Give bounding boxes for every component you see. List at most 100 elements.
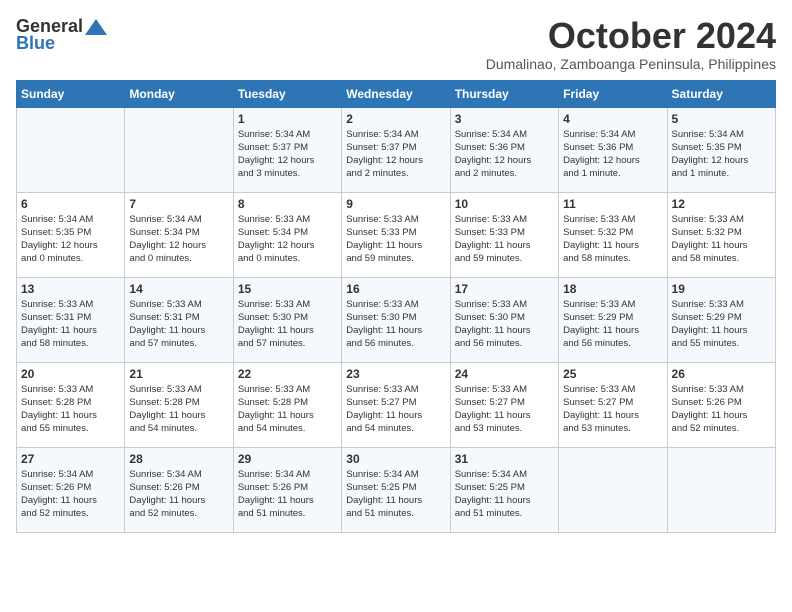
day-info: Sunrise: 5:34 AM Sunset: 5:26 PM Dayligh… xyxy=(129,468,228,521)
day-info: Sunrise: 5:34 AM Sunset: 5:37 PM Dayligh… xyxy=(238,128,337,181)
day-number: 15 xyxy=(238,282,337,296)
calendar-week-row: 20 Sunrise: 5:33 AM Sunset: 5:28 PM Dayli… xyxy=(17,362,776,447)
col-header-monday: Monday xyxy=(125,80,233,107)
col-header-saturday: Saturday xyxy=(667,80,775,107)
day-info: Sunrise: 5:33 AM Sunset: 5:31 PM Dayligh… xyxy=(21,298,120,351)
calendar-cell: 15Sunrise: 5:33 AM Sunset: 5:30 PM Dayli… xyxy=(233,277,341,362)
calendar-cell: 5 Sunrise: 5:34 AM Sunset: 5:35 PM Daylig… xyxy=(667,107,775,192)
day-info: Sunrise: 5:34 AM Sunset: 5:35 PM Dayligh… xyxy=(672,128,771,181)
day-info: Sunrise: 5:33 AM Sunset: 5:30 PM Dayligh… xyxy=(455,298,554,351)
day-info: Sunrise: 5:33 AM Sunset: 5:27 PM Dayligh… xyxy=(563,383,662,436)
calendar-cell: 18 Sunrise: 5:33 AM Sunset: 5:29 PM Dayli… xyxy=(559,277,667,362)
logo-text-blue: Blue xyxy=(16,33,55,54)
day-number: 7 xyxy=(129,197,228,211)
calendar-week-row: 6 Sunrise: 5:34 AM Sunset: 5:35 PM Daylig… xyxy=(17,192,776,277)
day-number: 18 xyxy=(563,282,662,296)
col-header-sunday: Sunday xyxy=(17,80,125,107)
calendar-cell: 9 Sunrise: 5:33 AM Sunset: 5:33 PM Daylig… xyxy=(342,192,450,277)
title-block: October 2024 Dumalinao, Zamboanga Penins… xyxy=(486,16,776,72)
page-header: General Blue October 2024 Dumalinao, Zam… xyxy=(16,16,776,72)
day-info: Sunrise: 5:33 AM Sunset: 5:26 PM Dayligh… xyxy=(672,383,771,436)
day-info: Sunrise: 5:33 AM Sunset: 5:29 PM Dayligh… xyxy=(563,298,662,351)
day-number: 2 xyxy=(346,112,445,126)
day-info: Sunrise: 5:33 AM Sunset: 5:27 PM Dayligh… xyxy=(455,383,554,436)
day-number: 10 xyxy=(455,197,554,211)
day-number: 1 xyxy=(238,112,337,126)
day-number: 24 xyxy=(455,367,554,381)
day-info: Sunrise: 5:34 AM Sunset: 5:36 PM Dayligh… xyxy=(563,128,662,181)
day-info: Sunrise: 5:33 AM Sunset: 5:28 PM Dayligh… xyxy=(238,383,337,436)
calendar-cell: 19 Sunrise: 5:33 AM Sunset: 5:29 PM Dayli… xyxy=(667,277,775,362)
calendar-cell: 31Sunrise: 5:34 AM Sunset: 5:25 PM Dayli… xyxy=(450,447,558,532)
col-header-friday: Friday xyxy=(559,80,667,107)
day-info: Sunrise: 5:33 AM Sunset: 5:34 PM Dayligh… xyxy=(238,213,337,266)
calendar-cell: 10 Sunrise: 5:33 AM Sunset: 5:33 PM Dayli… xyxy=(450,192,558,277)
day-info: Sunrise: 5:33 AM Sunset: 5:28 PM Dayligh… xyxy=(21,383,120,436)
day-info: Sunrise: 5:34 AM Sunset: 5:35 PM Dayligh… xyxy=(21,213,120,266)
day-info: Sunrise: 5:34 AM Sunset: 5:36 PM Dayligh… xyxy=(455,128,554,181)
day-info: Sunrise: 5:33 AM Sunset: 5:33 PM Dayligh… xyxy=(455,213,554,266)
day-number: 25 xyxy=(563,367,662,381)
calendar-cell: 13 Sunrise: 5:33 AM Sunset: 5:31 PM Dayli… xyxy=(17,277,125,362)
calendar-cell: 12Sunrise: 5:33 AM Sunset: 5:32 PM Dayli… xyxy=(667,192,775,277)
calendar-cell xyxy=(17,107,125,192)
calendar-cell xyxy=(125,107,233,192)
day-number: 13 xyxy=(21,282,120,296)
day-info: Sunrise: 5:33 AM Sunset: 5:32 PM Dayligh… xyxy=(563,213,662,266)
calendar-week-row: 13 Sunrise: 5:33 AM Sunset: 5:31 PM Dayli… xyxy=(17,277,776,362)
calendar-header-row: SundayMondayTuesdayWednesdayThursdayFrid… xyxy=(17,80,776,107)
day-number: 14 xyxy=(129,282,228,296)
day-number: 11 xyxy=(563,197,662,211)
calendar-cell: 8 Sunrise: 5:33 AM Sunset: 5:34 PM Daylig… xyxy=(233,192,341,277)
day-number: 16 xyxy=(346,282,445,296)
day-number: 23 xyxy=(346,367,445,381)
month-title: October 2024 xyxy=(486,16,776,56)
calendar-cell: 29 Sunrise: 5:34 AM Sunset: 5:26 PM Dayli… xyxy=(233,447,341,532)
calendar-cell: 7 Sunrise: 5:34 AM Sunset: 5:34 PM Daylig… xyxy=(125,192,233,277)
col-header-thursday: Thursday xyxy=(450,80,558,107)
day-number: 20 xyxy=(21,367,120,381)
day-number: 6 xyxy=(21,197,120,211)
day-info: Sunrise: 5:33 AM Sunset: 5:33 PM Dayligh… xyxy=(346,213,445,266)
calendar-cell: 26Sunrise: 5:33 AM Sunset: 5:26 PM Dayli… xyxy=(667,362,775,447)
day-number: 22 xyxy=(238,367,337,381)
day-number: 9 xyxy=(346,197,445,211)
calendar-cell xyxy=(559,447,667,532)
day-number: 29 xyxy=(238,452,337,466)
calendar-cell: 24 Sunrise: 5:33 AM Sunset: 5:27 PM Dayli… xyxy=(450,362,558,447)
subtitle: Dumalinao, Zamboanga Peninsula, Philippi… xyxy=(486,56,776,72)
day-info: Sunrise: 5:33 AM Sunset: 5:32 PM Dayligh… xyxy=(672,213,771,266)
day-info: Sunrise: 5:33 AM Sunset: 5:30 PM Dayligh… xyxy=(346,298,445,351)
calendar-cell: 3Sunrise: 5:34 AM Sunset: 5:36 PM Daylig… xyxy=(450,107,558,192)
calendar-cell: 28 Sunrise: 5:34 AM Sunset: 5:26 PM Dayli… xyxy=(125,447,233,532)
calendar-cell xyxy=(667,447,775,532)
day-info: Sunrise: 5:34 AM Sunset: 5:26 PM Dayligh… xyxy=(21,468,120,521)
day-info: Sunrise: 5:34 AM Sunset: 5:25 PM Dayligh… xyxy=(455,468,554,521)
calendar-cell: 23Sunrise: 5:33 AM Sunset: 5:27 PM Dayli… xyxy=(342,362,450,447)
day-info: Sunrise: 5:34 AM Sunset: 5:26 PM Dayligh… xyxy=(238,468,337,521)
calendar-cell: 1 Sunrise: 5:34 AM Sunset: 5:37 PM Daylig… xyxy=(233,107,341,192)
day-number: 19 xyxy=(672,282,771,296)
day-info: Sunrise: 5:34 AM Sunset: 5:25 PM Dayligh… xyxy=(346,468,445,521)
logo-icon xyxy=(85,19,107,35)
day-number: 30 xyxy=(346,452,445,466)
day-number: 17 xyxy=(455,282,554,296)
day-number: 27 xyxy=(21,452,120,466)
calendar-week-row: 1 Sunrise: 5:34 AM Sunset: 5:37 PM Daylig… xyxy=(17,107,776,192)
day-number: 8 xyxy=(238,197,337,211)
calendar-cell: 11 Sunrise: 5:33 AM Sunset: 5:32 PM Dayli… xyxy=(559,192,667,277)
day-info: Sunrise: 5:34 AM Sunset: 5:34 PM Dayligh… xyxy=(129,213,228,266)
day-info: Sunrise: 5:33 AM Sunset: 5:29 PM Dayligh… xyxy=(672,298,771,351)
day-number: 28 xyxy=(129,452,228,466)
calendar-cell: 25 Sunrise: 5:33 AM Sunset: 5:27 PM Dayli… xyxy=(559,362,667,447)
calendar-cell: 21Sunrise: 5:33 AM Sunset: 5:28 PM Dayli… xyxy=(125,362,233,447)
day-info: Sunrise: 5:34 AM Sunset: 5:37 PM Dayligh… xyxy=(346,128,445,181)
day-number: 5 xyxy=(672,112,771,126)
calendar-cell: 4 Sunrise: 5:34 AM Sunset: 5:36 PM Daylig… xyxy=(559,107,667,192)
day-info: Sunrise: 5:33 AM Sunset: 5:28 PM Dayligh… xyxy=(129,383,228,436)
day-number: 4 xyxy=(563,112,662,126)
calendar-cell: 17 Sunrise: 5:33 AM Sunset: 5:30 PM Dayli… xyxy=(450,277,558,362)
calendar-cell: 16 Sunrise: 5:33 AM Sunset: 5:30 PM Dayli… xyxy=(342,277,450,362)
calendar-cell: 30 Sunrise: 5:34 AM Sunset: 5:25 PM Dayli… xyxy=(342,447,450,532)
logo: General Blue xyxy=(16,16,107,54)
